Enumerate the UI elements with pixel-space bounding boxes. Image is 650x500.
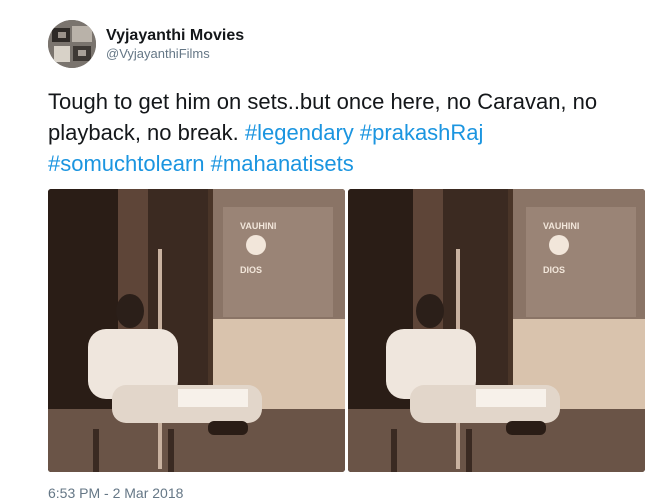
hashtag-prakashraj[interactable]: #prakashRaj <box>360 120 484 145</box>
tweet-text: Tough to get him on sets..but once here,… <box>48 86 608 179</box>
hashtag-somuchtolearn[interactable]: #somuchtolearn <box>48 151 205 176</box>
user-names: Vyjayanthi Movies @VyjayanthiFilms <box>106 26 244 62</box>
tweet-card: Vyjayanthi Movies @VyjayanthiFilms Tough… <box>0 0 650 500</box>
photo-1-sign-dios: DIOS <box>240 265 262 275</box>
tweet-timestamp[interactable]: 6:53 PM - 2 Mar 2018 <box>48 485 183 500</box>
hashtag-legendary[interactable]: #legendary <box>245 120 354 145</box>
photo-2-image: VAUHINI DIOS <box>348 189 645 472</box>
tweet-photo-1[interactable]: VAUHINI DIOS <box>48 189 345 472</box>
tweet-photo-2[interactable]: VAUHINI DIOS <box>348 189 645 472</box>
tweet-header: Vyjayanthi Movies @VyjayanthiFilms <box>48 20 244 68</box>
photo-2-sign-vauhini: VAUHINI <box>543 221 579 231</box>
tweet-media: VAUHINI DIOS VAUHINI DIOS <box>48 189 645 472</box>
photo-1-image: VAUHINI DIOS <box>48 189 345 472</box>
user-handle[interactable]: @VyjayanthiFilms <box>106 46 244 62</box>
photo-2-sign-dios: DIOS <box>543 265 565 275</box>
hashtag-mahanatisets[interactable]: #mahanatisets <box>211 151 354 176</box>
avatar-image <box>48 20 96 68</box>
display-name[interactable]: Vyjayanthi Movies <box>106 26 244 46</box>
photo-1-sign-vauhini: VAUHINI <box>240 221 276 231</box>
avatar[interactable] <box>48 20 96 68</box>
